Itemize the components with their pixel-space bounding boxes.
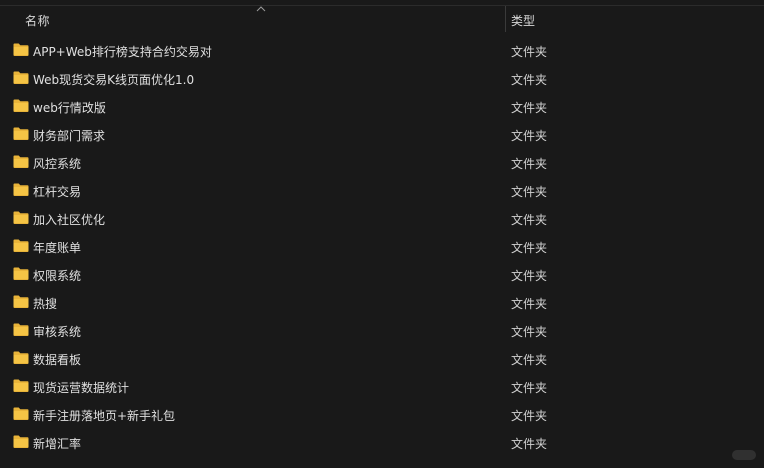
- folder-icon: [13, 211, 29, 224]
- folder-icon: [13, 435, 29, 448]
- item-name: 审核系统: [33, 325, 82, 339]
- column-header-type[interactable]: 类型: [506, 6, 764, 32]
- list-item[interactable]: web行情改版 文件夹: [0, 93, 764, 121]
- folder-icon: [13, 183, 29, 196]
- list-item[interactable]: APP+Web排行榜支持合约交易对 文件夹: [0, 37, 764, 65]
- item-type: 文件夹: [511, 213, 548, 227]
- item-name: 财务部门需求: [33, 129, 106, 143]
- folder-icon: [13, 407, 29, 420]
- list-item[interactable]: 加入社区优化 文件夹: [0, 205, 764, 233]
- list-item[interactable]: 风控系统 文件夹: [0, 149, 764, 177]
- item-name: Web现货交易K线页面优化1.0: [33, 73, 195, 87]
- item-name: 热搜: [33, 297, 58, 311]
- list-item[interactable]: 审核系统 文件夹: [0, 317, 764, 345]
- list-item[interactable]: 财务部门需求 文件夹: [0, 121, 764, 149]
- column-header-type-label: 类型: [511, 14, 536, 28]
- list-item[interactable]: 数据看板 文件夹: [0, 345, 764, 373]
- folder-icon: [13, 295, 29, 308]
- item-type: 文件夹: [511, 157, 548, 171]
- folder-icon: [13, 323, 29, 336]
- list-item[interactable]: Web现货交易K线页面优化1.0 文件夹: [0, 65, 764, 93]
- item-type: 文件夹: [511, 101, 548, 115]
- item-name: 风控系统: [33, 157, 82, 171]
- list-item[interactable]: 热搜 文件夹: [0, 289, 764, 317]
- item-name: 年度账单: [33, 241, 82, 255]
- folder-icon: [13, 379, 29, 392]
- item-type: 文件夹: [511, 297, 548, 311]
- column-header-name-label: 名称: [25, 14, 51, 28]
- item-name: 新增汇率: [33, 437, 82, 451]
- item-name: 加入社区优化: [33, 213, 106, 227]
- folder-icon: [13, 351, 29, 364]
- item-type: 文件夹: [511, 381, 548, 395]
- sort-ascending-icon: [256, 6, 266, 12]
- column-header-name[interactable]: 名称: [0, 6, 505, 32]
- folder-icon: [13, 155, 29, 168]
- folder-icon: [13, 71, 29, 84]
- list-item[interactable]: 新增汇率 文件夹: [0, 429, 764, 457]
- item-name: 新手注册落地页+新手礼包: [33, 409, 176, 423]
- list-item[interactable]: 权限系统 文件夹: [0, 261, 764, 289]
- folder-icon: [13, 127, 29, 140]
- list-item[interactable]: 现货运营数据统计 文件夹: [0, 373, 764, 401]
- item-type: 文件夹: [511, 185, 548, 199]
- folder-icon: [13, 267, 29, 280]
- list-item[interactable]: 新手注册落地页+新手礼包 文件夹: [0, 401, 764, 429]
- folder-icon: [13, 43, 29, 56]
- item-type: 文件夹: [511, 353, 548, 367]
- item-type: 文件夹: [511, 129, 548, 143]
- list-item[interactable]: 年度账单 文件夹: [0, 233, 764, 261]
- column-header-bar: 名称 类型: [0, 6, 764, 32]
- item-type: 文件夹: [511, 437, 548, 451]
- item-name: APP+Web排行榜支持合约交易对: [33, 45, 212, 59]
- item-name: 权限系统: [33, 269, 82, 283]
- folder-icon: [13, 239, 29, 252]
- item-name: 杠杆交易: [33, 185, 82, 199]
- list-item[interactable]: 杠杆交易 文件夹: [0, 177, 764, 205]
- item-name: 现货运营数据统计: [33, 381, 130, 395]
- item-type: 文件夹: [511, 269, 548, 283]
- item-type: 文件夹: [511, 45, 548, 59]
- item-type: 文件夹: [511, 325, 548, 339]
- folder-icon: [13, 99, 29, 112]
- item-type: 文件夹: [511, 73, 548, 87]
- watermark-badge: [732, 450, 756, 460]
- item-name: web行情改版: [33, 101, 106, 115]
- file-list: APP+Web排行榜支持合约交易对 文件夹 Web现货交易K线页面优化1.0 文…: [0, 37, 764, 457]
- item-type: 文件夹: [511, 241, 548, 255]
- item-type: 文件夹: [511, 409, 548, 423]
- item-name: 数据看板: [33, 353, 82, 367]
